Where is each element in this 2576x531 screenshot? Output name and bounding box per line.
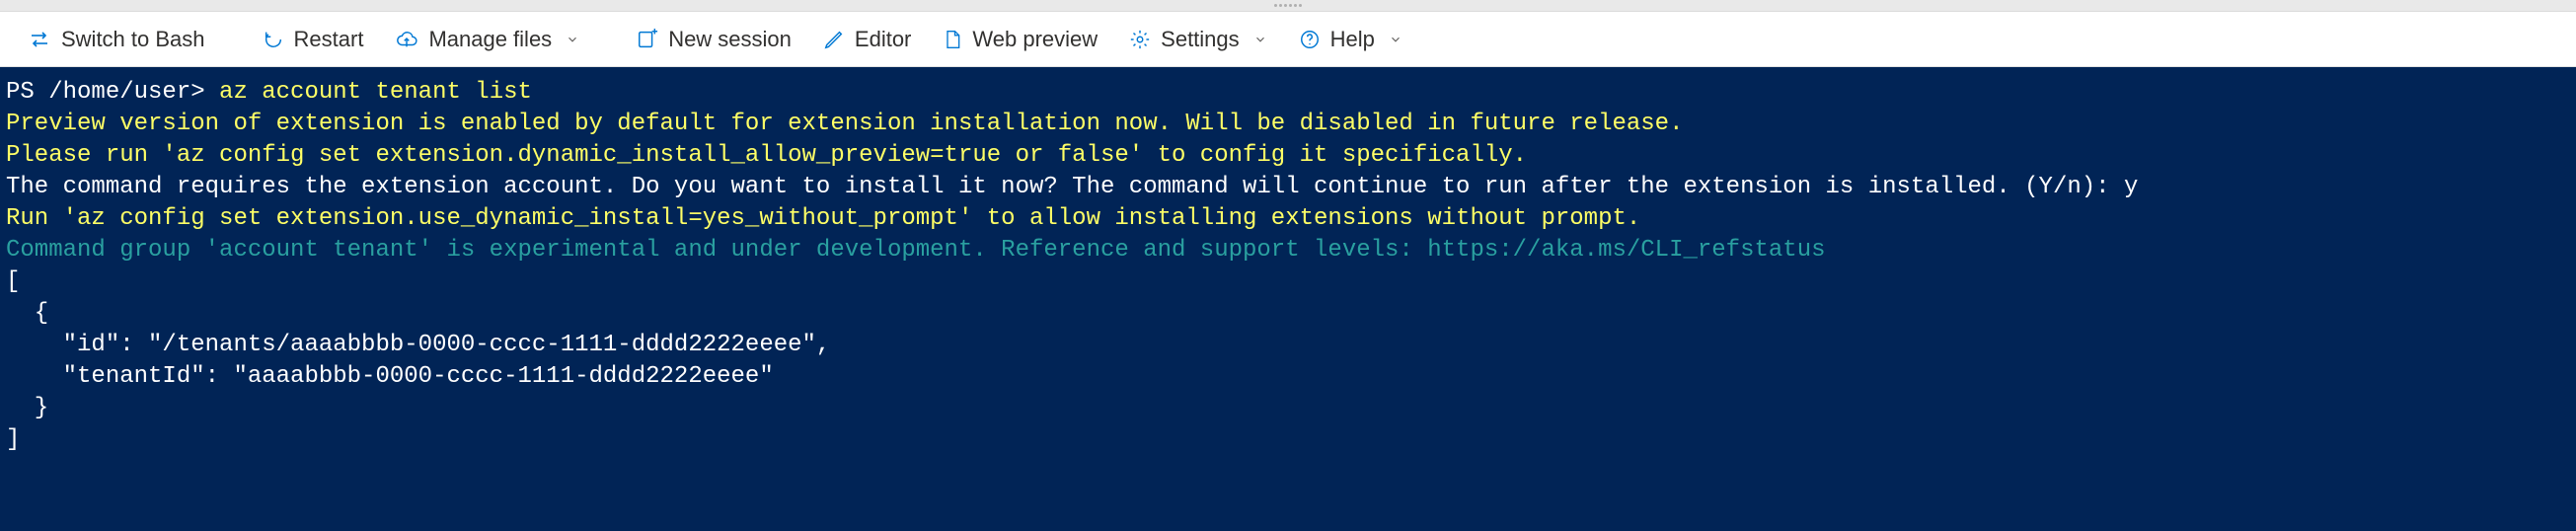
editor-button[interactable]: Editor [809,21,925,58]
new-session-button[interactable]: New session [623,21,805,58]
output-json: "id": "/tenants/aaaabbbb-0000-cccc-1111-… [6,332,830,358]
help-label: Help [1330,27,1375,52]
switch-to-bash-button[interactable]: Switch to Bash [14,21,219,58]
output-line: Run 'az config set extension.use_dynamic… [6,205,1640,232]
settings-label: Settings [1161,27,1240,52]
restart-label: Restart [294,27,364,52]
new-session-icon [637,29,658,50]
web-preview-button[interactable]: Web preview [929,21,1111,58]
output-json: [ [6,268,20,295]
restart-button[interactable]: Restart [249,21,378,58]
web-preview-icon [943,28,962,51]
output-json: { [6,300,48,327]
swap-icon [28,28,51,51]
chevron-down-icon [1253,33,1267,46]
web-preview-label: Web preview [972,27,1098,52]
output-json: ] [6,426,20,453]
editor-label: Editor [855,27,911,52]
help-icon [1299,29,1321,50]
restart-icon [263,29,284,50]
editor-icon [823,29,845,50]
gear-icon [1129,29,1151,50]
new-session-label: New session [668,27,792,52]
settings-button[interactable]: Settings [1115,21,1281,58]
help-button[interactable]: Help [1285,21,1416,58]
output-line: Preview version of extension is enabled … [6,111,1683,137]
output-line: Command group 'account tenant' is experi… [6,237,1826,264]
output-line: The command requires the extension accou… [6,174,2138,200]
output-json: "tenantId": "aaaabbbb-0000-cccc-1111-ddd… [6,363,774,390]
manage-files-label: Manage files [428,27,552,52]
output-json: } [6,395,48,421]
cloud-files-icon [395,29,418,50]
chevron-down-icon [566,33,579,46]
output-line: Please run 'az config set extension.dyna… [6,142,1527,169]
prompt-text: PS /home/user> [6,79,219,106]
chevron-down-icon [1389,33,1402,46]
switch-to-bash-label: Switch to Bash [61,27,205,52]
manage-files-button[interactable]: Manage files [381,21,593,58]
terminal-pane[interactable]: PS /home/user> az account tenant list Pr… [0,67,2576,531]
drag-handle[interactable] [0,0,2576,12]
command-text: az account tenant list [219,79,532,106]
cloud-shell-toolbar: Switch to Bash Restart Manage files New … [0,12,2576,67]
